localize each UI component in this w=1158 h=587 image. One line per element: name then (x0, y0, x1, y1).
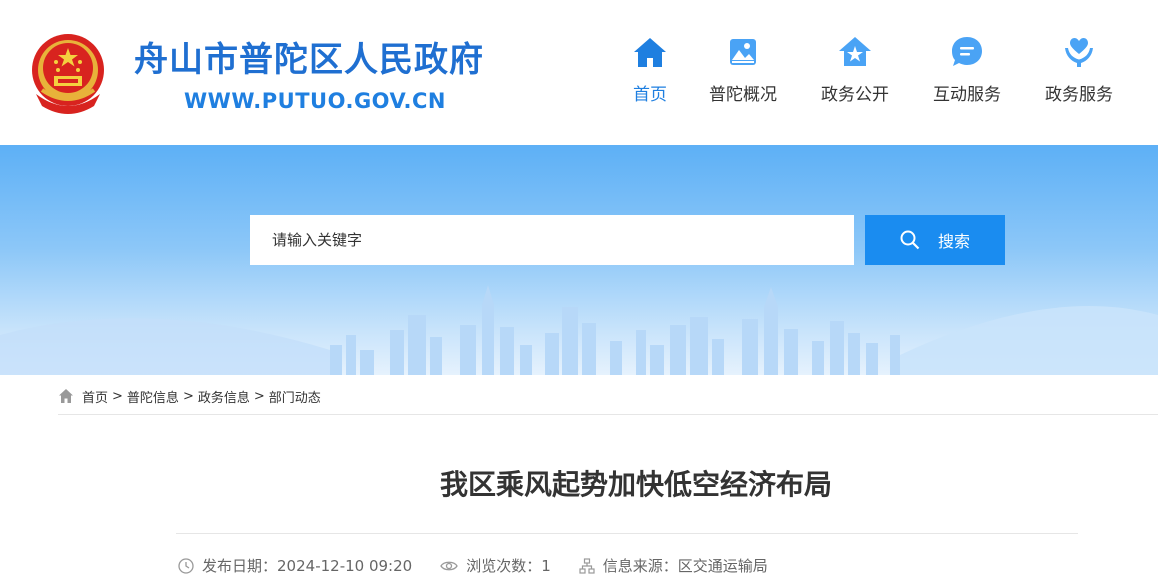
nav-item-gov-info[interactable]: 政务公开 (800, 34, 910, 106)
site-title: 舟山市普陀区人民政府 (134, 40, 484, 80)
breadcrumb-item-home[interactable]: 首页 (82, 387, 108, 406)
nav-item-gov-service[interactable]: 政务服务 (1024, 34, 1134, 106)
site-header: 舟山市普陀区人民政府 WWW.PUTUO.GOV.CN 首页 普陀概况 政务公开 (0, 0, 1158, 145)
breadcrumb-separator: > (182, 388, 194, 404)
search-button[interactable]: 搜索 (865, 215, 1005, 265)
search-icon (900, 230, 920, 250)
org-chart-icon (579, 558, 595, 574)
info-source-label: 信息来源： (602, 557, 678, 575)
view-count: 浏览次数： 1 (440, 555, 551, 577)
search-button-label: 搜索 (937, 234, 970, 251)
nav-item-label: 互动服务 (933, 85, 1001, 105)
article-content: 首页 > 普陀信息 > 政务信息 > 部门动态 我区乘风起势加快低空经济布局 发… (28, 375, 1158, 587)
breadcrumb-separator: > (253, 388, 265, 404)
title-divider (176, 533, 1078, 534)
breadcrumb-item-gov-info[interactable]: 政务信息 (198, 387, 250, 406)
breadcrumb-separator: > (112, 388, 123, 404)
chat-icon (952, 37, 982, 66)
info-source-value: 区交通运输局 (677, 557, 768, 575)
home-icon (59, 389, 73, 403)
view-count-label: 浏览次数： (466, 557, 542, 575)
main-nav: 首页 普陀概况 政务公开 互动服务 政务服务 (600, 0, 1158, 145)
breadcrumb-item-dept-news[interactable]: 部门动态 (269, 387, 321, 406)
publish-date: 发布日期： 2024-12-10 09:20 (178, 555, 412, 577)
eye-icon (440, 561, 458, 571)
publish-date-value: 2024-12-10 09:20 (277, 557, 413, 575)
landscape-icon (730, 39, 756, 65)
site-url: WWW.PUTUO.GOV.CN (184, 89, 446, 113)
clock-icon (178, 558, 194, 574)
nav-item-label: 政务公开 (821, 85, 889, 105)
info-source: 信息来源： 区交通运输局 (579, 555, 768, 577)
heart-hands-icon (1065, 38, 1093, 67)
view-count-value: 1 (541, 557, 551, 575)
nav-item-interaction[interactable]: 互动服务 (912, 34, 1022, 106)
search-banner: 搜索 (0, 145, 1158, 375)
city-skyline-illustration (0, 285, 1158, 375)
breadcrumb-item-putuo-info[interactable]: 普陀信息 (127, 387, 179, 406)
publish-date-label: 发布日期： (202, 557, 278, 575)
breadcrumb-divider (58, 414, 1158, 415)
national-emblem-icon (32, 34, 104, 114)
breadcrumb: 首页 > 普陀信息 > 政务信息 > 部门动态 (58, 385, 321, 407)
star-house-icon (839, 37, 871, 66)
search-input[interactable] (250, 215, 854, 265)
nav-item-label: 政务服务 (1045, 85, 1113, 105)
home-icon (634, 38, 666, 67)
nav-item-label: 普陀概况 (709, 85, 777, 105)
nav-item-overview[interactable]: 普陀概况 (688, 34, 798, 106)
article-title: 我区乘风起势加快低空经济布局 (439, 468, 832, 501)
article-meta: 发布日期： 2024-12-10 09:20 浏览次数： 1 信息来源： 区交通… (178, 555, 796, 577)
